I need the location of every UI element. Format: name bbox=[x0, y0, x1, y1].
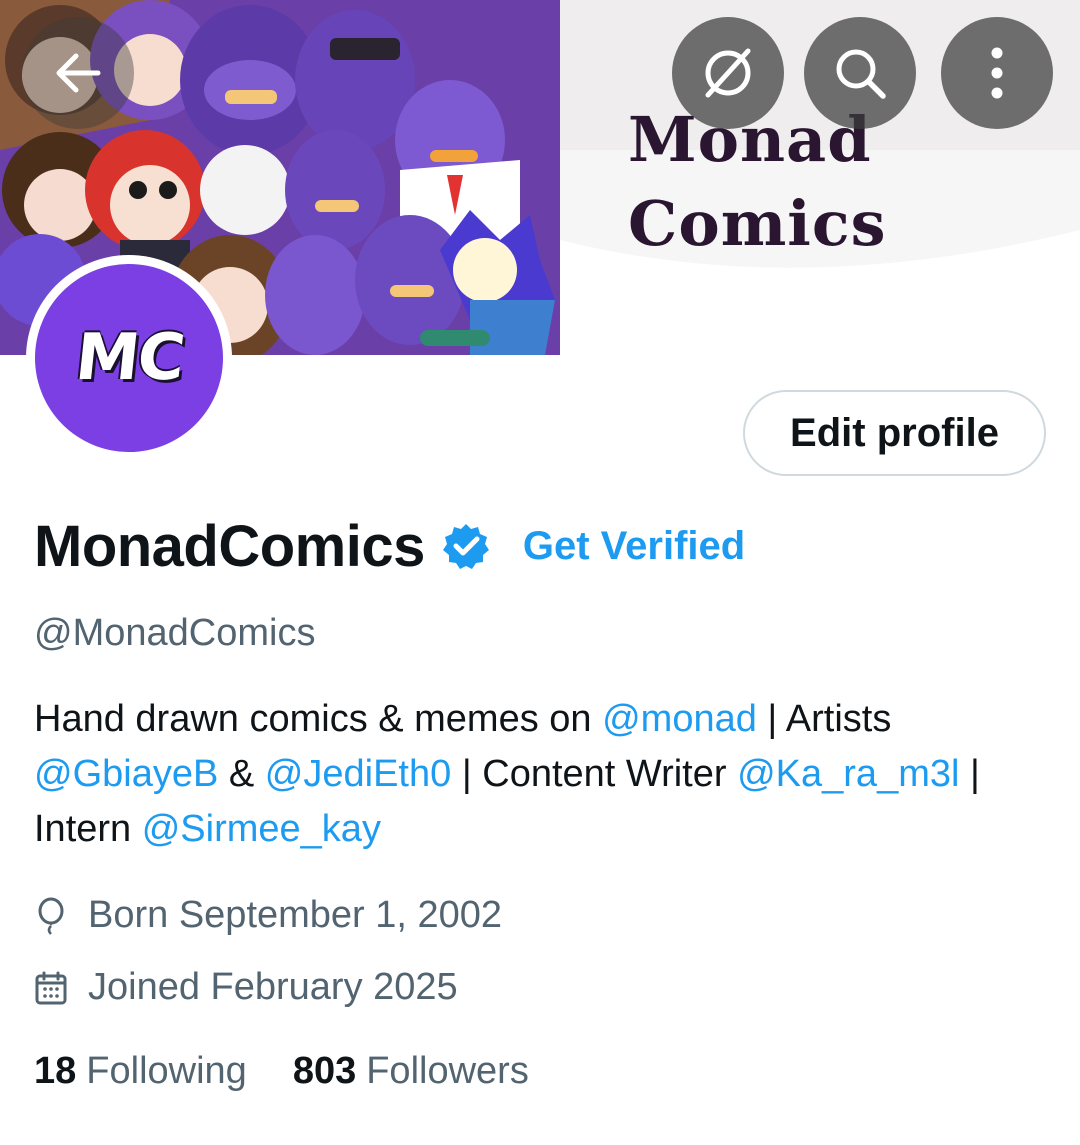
back-button[interactable] bbox=[22, 17, 134, 129]
following-count: 18 bbox=[34, 1050, 77, 1092]
calendar-icon bbox=[34, 968, 68, 1008]
avatar-circle: MC bbox=[35, 264, 223, 452]
follow-stats: 18 Following 803 Followers bbox=[34, 1050, 529, 1093]
display-name: MonadComics bbox=[34, 513, 425, 579]
more-options-button[interactable] bbox=[941, 17, 1053, 129]
edit-profile-button[interactable]: Edit profile bbox=[743, 390, 1046, 476]
bio-text: | Content Writer bbox=[451, 753, 738, 795]
avatar-initials: MC bbox=[71, 321, 187, 395]
mention-jedieth0[interactable]: @JediEth0 bbox=[265, 753, 451, 795]
bio-text: & bbox=[218, 753, 265, 795]
arrow-left-icon bbox=[56, 53, 101, 93]
name-row: MonadComics Get Verified bbox=[34, 512, 745, 580]
bio-text: | Artists bbox=[756, 698, 892, 740]
verified-badge-icon[interactable] bbox=[441, 521, 491, 571]
followers-count: 803 bbox=[292, 1050, 357, 1092]
search-button[interactable] bbox=[804, 17, 916, 129]
followers-link[interactable]: 803 Followers bbox=[293, 1050, 529, 1093]
grok-icon bbox=[705, 48, 751, 98]
user-handle: @MonadComics bbox=[34, 612, 316, 654]
banner-title-line2: Comics bbox=[628, 187, 887, 260]
bio-text: Hand drawn comics & memes on bbox=[34, 698, 603, 740]
birthday-row: Born September 1, 2002 bbox=[34, 894, 502, 937]
birthday-text: Born September 1, 2002 bbox=[88, 894, 503, 936]
profile-bio: Hand drawn comics & memes on @monad | Ar… bbox=[34, 692, 1054, 857]
get-verified-link[interactable]: Get Verified bbox=[523, 524, 745, 569]
following-link[interactable]: 18 Following bbox=[34, 1050, 247, 1093]
more-vertical-icon bbox=[991, 47, 1003, 99]
mention-gbiayeb[interactable]: @GbiayeB bbox=[34, 753, 218, 795]
balloon-icon bbox=[34, 896, 68, 936]
joined-row: Joined February 2025 bbox=[34, 966, 458, 1009]
profile-avatar[interactable]: MC bbox=[26, 255, 232, 461]
mention-ka-ra-m3l[interactable]: @Ka_ra_m3l bbox=[737, 753, 959, 795]
mention-monad[interactable]: @monad bbox=[602, 698, 757, 740]
grok-button[interactable] bbox=[672, 17, 784, 129]
mention-sirmee-kay[interactable]: @Sirmee_kay bbox=[142, 808, 381, 850]
search-icon bbox=[836, 49, 886, 99]
followers-label: Followers bbox=[366, 1050, 529, 1092]
following-label: Following bbox=[86, 1050, 247, 1092]
joined-text: Joined February 2025 bbox=[88, 966, 458, 1008]
